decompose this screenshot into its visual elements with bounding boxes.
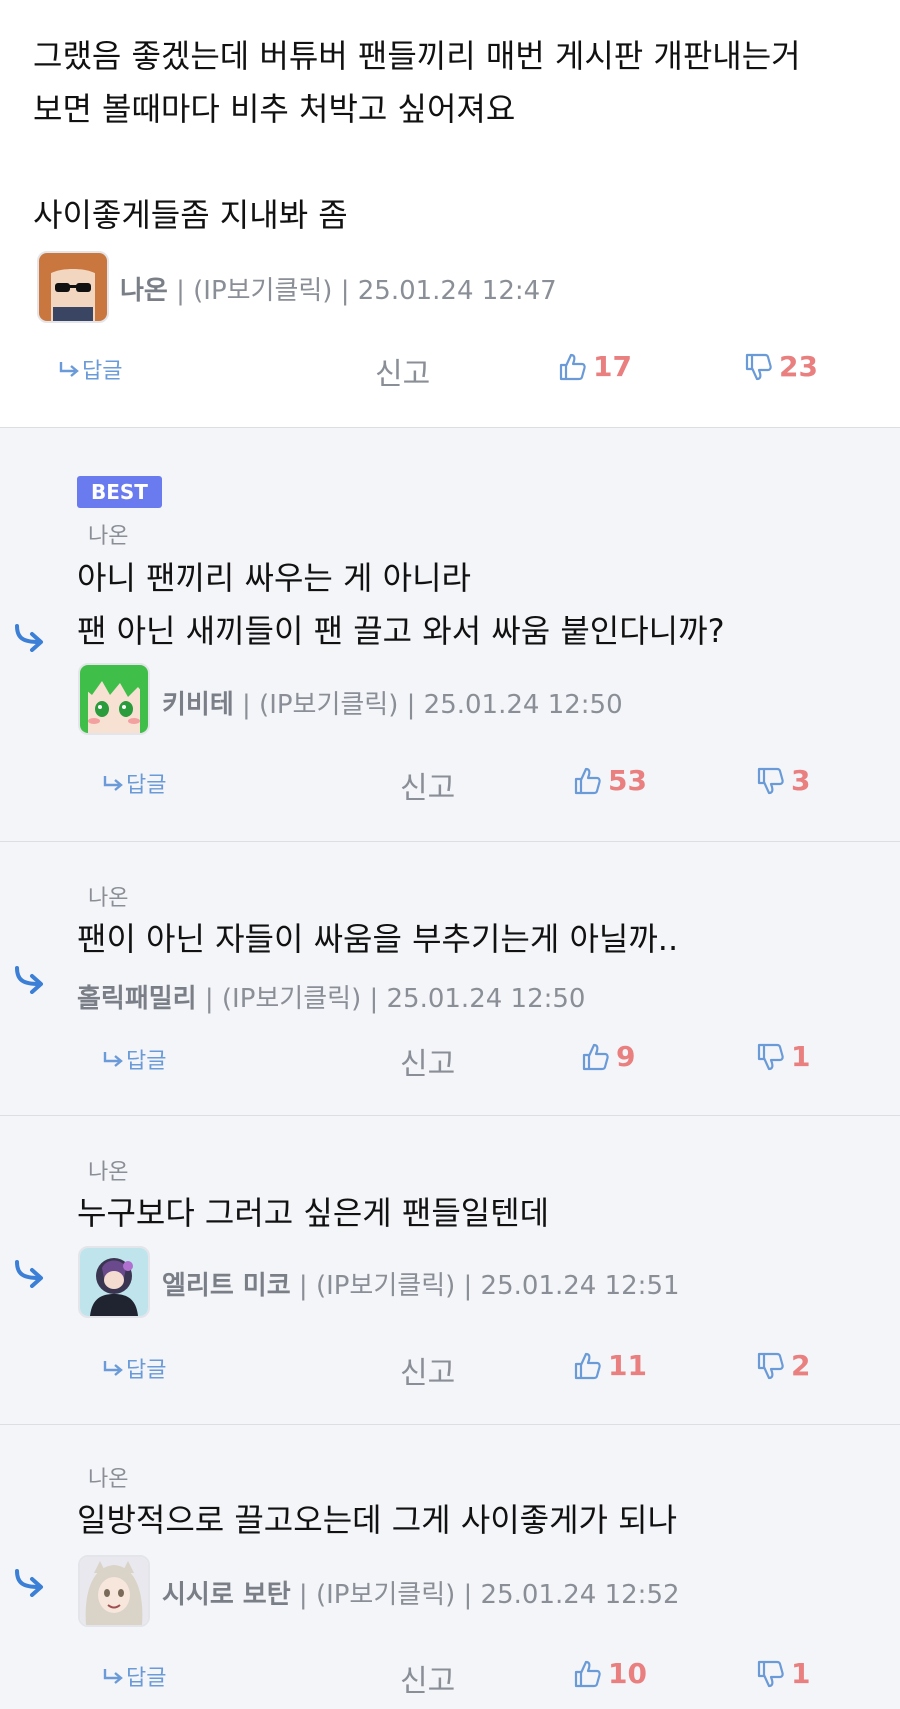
reply-indent-arrow-icon bbox=[15, 624, 43, 652]
ip-and-timestamp[interactable]: | (IP보기클릭) | 25.01.24 12:50 bbox=[242, 690, 623, 720]
ip-and-timestamp[interactable]: | (IP보기클릭) | 25.01.24 12:52 bbox=[299, 1580, 680, 1610]
reply-item: 나온 일방적으로 끌고오는데 그게 사이좋게가 되나 시시로 보탄 | (IP보… bbox=[0, 1425, 900, 1709]
reply-to-author[interactable]: 나온 bbox=[88, 880, 128, 912]
reply-arrow-icon bbox=[103, 1669, 123, 1684]
comment-text: 아니 팬끼리 싸우는 게 아니라 팬 아닌 새끼들이 팬 끌고 와서 싸움 붙인… bbox=[77, 559, 725, 650]
comment-meta: 엘리트 미코 | (IP보기클릭) | 25.01.24 12:51 bbox=[162, 1265, 680, 1302]
report-button[interactable]: 신고 bbox=[400, 1656, 455, 1700]
like-count: 17 bbox=[593, 350, 632, 383]
like-button[interactable]: 17 bbox=[557, 350, 632, 383]
best-badge: BEST bbox=[77, 476, 162, 508]
reply-arrow-icon bbox=[103, 1361, 123, 1376]
avatar[interactable] bbox=[37, 251, 109, 323]
reply-to-author[interactable]: 나온 bbox=[88, 1461, 128, 1493]
thumbs-down-icon bbox=[745, 353, 772, 380]
thumbs-down-icon bbox=[757, 1660, 784, 1687]
thumbs-up-icon bbox=[574, 767, 601, 794]
report-button[interactable]: 신고 bbox=[375, 349, 430, 393]
comment-meta: 나온 | (IP보기클릭) | 25.01.24 12:47 bbox=[120, 270, 557, 307]
like-button[interactable]: 53 bbox=[572, 764, 647, 797]
reply-label: 답글 bbox=[126, 773, 167, 798]
reply-item: 나온 팬이 아닌 자들이 싸움을 부추기는게 아닐까.. 홀릭패밀리 | (IP… bbox=[0, 842, 900, 1116]
author-nickname[interactable]: 나온 bbox=[120, 276, 168, 306]
dislike-count: 3 bbox=[791, 764, 811, 797]
comment-text: 누구보다 그러고 싶은게 팬들일텐데 bbox=[77, 1194, 550, 1232]
report-button[interactable]: 신고 bbox=[400, 1039, 455, 1083]
report-button[interactable]: 신고 bbox=[400, 763, 455, 807]
report-button[interactable]: 신고 bbox=[400, 1348, 455, 1392]
ip-and-timestamp[interactable]: | (IP보기클릭) | 25.01.24 12:51 bbox=[299, 1271, 680, 1301]
reply-indent-arrow-icon bbox=[15, 1260, 43, 1288]
reply-button[interactable]: 답글 bbox=[102, 1352, 166, 1384]
dislike-count: 23 bbox=[779, 350, 818, 383]
thumbs-down-icon bbox=[757, 1043, 784, 1070]
thumbs-down-icon bbox=[757, 1352, 784, 1379]
author-nickname[interactable]: 시시로 보탄 bbox=[162, 1580, 291, 1610]
main-comment: 그랬음 좋겠는데 버튜버 팬들끼리 매번 게시판 개판내는거 보면 볼때마다 비… bbox=[0, 0, 900, 428]
dislike-button[interactable]: 1 bbox=[755, 1657, 810, 1690]
thumbs-up-icon bbox=[582, 1043, 609, 1070]
like-button[interactable]: 10 bbox=[572, 1657, 647, 1690]
like-count: 10 bbox=[608, 1657, 647, 1690]
comment-text: 그랬음 좋겠는데 버튜버 팬들끼리 매번 게시판 개판내는거 보면 볼때마다 비… bbox=[33, 37, 801, 234]
author-nickname[interactable]: 엘리트 미코 bbox=[162, 1271, 291, 1301]
reply-arrow-icon bbox=[59, 362, 79, 377]
comment-text: 팬이 아닌 자들이 싸움을 부추기는게 아닐까.. bbox=[77, 920, 679, 958]
like-count: 53 bbox=[608, 764, 647, 797]
dislike-button[interactable]: 2 bbox=[755, 1349, 810, 1382]
thumbs-down-icon bbox=[757, 767, 784, 794]
dislike-button[interactable]: 23 bbox=[743, 350, 818, 383]
dislike-button[interactable]: 3 bbox=[755, 764, 810, 797]
like-button[interactable]: 9 bbox=[580, 1040, 635, 1073]
avatar[interactable] bbox=[78, 1555, 150, 1627]
reply-button[interactable]: 답글 bbox=[102, 1660, 166, 1692]
dislike-count: 1 bbox=[791, 1657, 811, 1690]
like-count: 9 bbox=[616, 1040, 636, 1073]
reply-to-author[interactable]: 나온 bbox=[88, 1154, 128, 1186]
reply-button[interactable]: 답글 bbox=[102, 1043, 166, 1075]
reply-arrow-icon bbox=[103, 776, 123, 791]
reply-label: 답글 bbox=[126, 1666, 167, 1691]
reply-item: 나온 누구보다 그러고 싶은게 팬들일텐데 엘리트 미코 | (IP보기클릭) … bbox=[0, 1116, 900, 1425]
thumbs-up-icon bbox=[574, 1352, 601, 1379]
reply-indent-arrow-icon bbox=[15, 966, 43, 994]
reply-button[interactable]: 답글 bbox=[58, 353, 122, 385]
dislike-button[interactable]: 1 bbox=[755, 1040, 810, 1073]
avatar[interactable] bbox=[78, 1246, 150, 1318]
reply-label: 답글 bbox=[126, 1049, 167, 1074]
author-nickname[interactable]: 키비테 bbox=[162, 690, 234, 720]
thumbs-up-icon bbox=[559, 353, 586, 380]
reply-label: 답글 bbox=[82, 359, 123, 384]
ip-and-timestamp[interactable]: | (IP보기클릭) | 25.01.24 12:47 bbox=[176, 276, 557, 306]
reply-arrow-icon bbox=[103, 1052, 123, 1067]
reply-indent-arrow-icon bbox=[15, 1569, 43, 1597]
thumbs-up-icon bbox=[574, 1660, 601, 1687]
reply-to-author[interactable]: 나온 bbox=[88, 518, 128, 550]
dislike-count: 2 bbox=[791, 1349, 811, 1382]
like-count: 11 bbox=[608, 1349, 647, 1382]
author-nickname[interactable]: 홀릭패밀리 bbox=[77, 984, 197, 1014]
reply-label: 답글 bbox=[126, 1358, 167, 1383]
avatar[interactable] bbox=[78, 663, 150, 735]
comment-meta: 시시로 보탄 | (IP보기클릭) | 25.01.24 12:52 bbox=[162, 1574, 680, 1611]
comment-text: 일방적으로 끌고오는데 그게 사이좋게가 되나 bbox=[77, 1501, 678, 1539]
comment-meta: 홀릭패밀리 | (IP보기클릭) | 25.01.24 12:50 bbox=[77, 978, 585, 1015]
comment-meta: 키비테 | (IP보기클릭) | 25.01.24 12:50 bbox=[162, 684, 623, 721]
dislike-count: 1 bbox=[791, 1040, 811, 1073]
like-button[interactable]: 11 bbox=[572, 1349, 647, 1382]
reply-button[interactable]: 답글 bbox=[102, 767, 166, 799]
ip-and-timestamp[interactable]: | (IP보기클릭) | 25.01.24 12:50 bbox=[205, 984, 586, 1014]
reply-item: BEST 나온 아니 팬끼리 싸우는 게 아니라 팬 아닌 새끼들이 팬 끌고 … bbox=[0, 428, 900, 842]
